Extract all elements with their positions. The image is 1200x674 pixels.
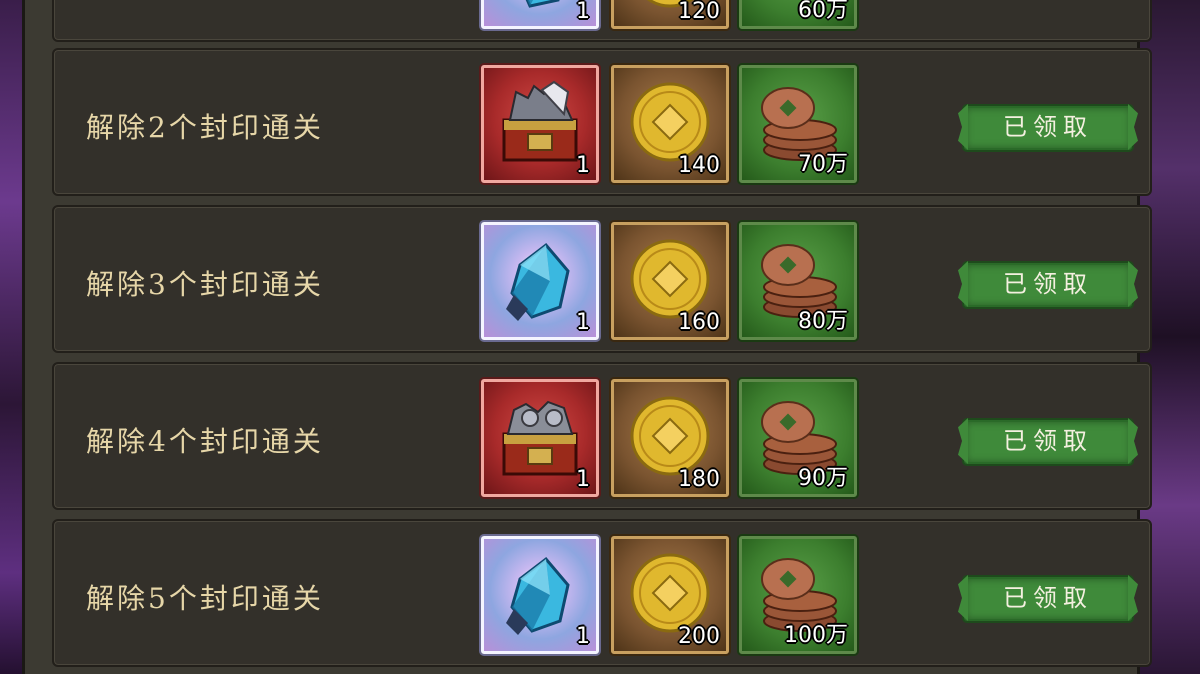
reward-item-qty: 1 — [576, 153, 590, 178]
reward-item-qty: 180 — [678, 467, 720, 492]
claimed-button[interactable]: 已领取 — [964, 420, 1132, 464]
claimed-button[interactable]: 已领取 — [964, 263, 1132, 307]
reward-item-copper[interactable]: 70万 — [739, 65, 857, 183]
reward-item-qty: 200 — [678, 624, 720, 649]
reward-item-qty: 80万 — [798, 309, 848, 334]
reward-item-chest[interactable]: 1 — [481, 65, 599, 183]
reward-row-label: 解除3个封印通关 — [86, 268, 324, 301]
reward-row: 解除3个封印通关 1 160 80万 已领取 — [52, 205, 1152, 353]
reward-item-gold[interactable]: 160 — [611, 222, 729, 340]
reward-item-qty: 60万 — [798, 0, 848, 23]
reward-item-qty: 70万 — [798, 152, 848, 177]
claimed-button[interactable]: 已领取 — [964, 106, 1132, 150]
reward-item-qty: 120 — [678, 0, 720, 24]
reward-item-qty: 140 — [678, 153, 720, 178]
reward-item-gold[interactable]: 180 — [611, 379, 729, 497]
reward-item-crystal[interactable]: 1 — [481, 0, 599, 29]
reward-item-gold[interactable]: 120 — [611, 0, 729, 29]
reward-row: 解除2个封印通关 1 140 70万 已领取 — [52, 48, 1152, 196]
claimed-button[interactable]: 已领取 — [964, 577, 1132, 621]
reward-item-crystal[interactable]: 1 — [481, 536, 599, 654]
reward-item-copper[interactable]: 60万 — [739, 0, 857, 29]
reward-list-panel[interactable]: 1 120 60万 解除2个封印通关 1 140 70万 已领取 解除3个封印通… — [22, 0, 1152, 674]
reward-item-gold[interactable]: 200 — [611, 536, 729, 654]
reward-item-copper[interactable]: 90万 — [739, 379, 857, 497]
reward-item-chest[interactable]: 1 — [481, 379, 599, 497]
reward-item-copper[interactable]: 100万 — [739, 536, 857, 654]
reward-item-qty: 1 — [576, 310, 590, 335]
reward-item-copper[interactable]: 80万 — [739, 222, 857, 340]
reward-item-qty: 160 — [678, 310, 720, 335]
reward-row-label: 解除4个封印通关 — [86, 425, 324, 458]
reward-row-label: 解除2个封印通关 — [86, 111, 324, 144]
reward-item-qty: 1 — [576, 0, 590, 24]
reward-row-label: 解除5个封印通关 — [86, 582, 324, 615]
reward-item-qty: 90万 — [798, 466, 848, 491]
reward-item-qty: 100万 — [784, 623, 848, 648]
reward-item-gold[interactable]: 140 — [611, 65, 729, 183]
reward-item-qty: 1 — [576, 467, 590, 492]
reward-item-crystal[interactable]: 1 — [481, 222, 599, 340]
reward-row-partial: 1 120 60万 — [52, 0, 1152, 42]
reward-row: 解除5个封印通关 1 200 100万 已领取 — [52, 519, 1152, 667]
reward-row: 解除4个封印通关 1 180 90万 已领取 — [52, 362, 1152, 510]
reward-item-qty: 1 — [576, 624, 590, 649]
